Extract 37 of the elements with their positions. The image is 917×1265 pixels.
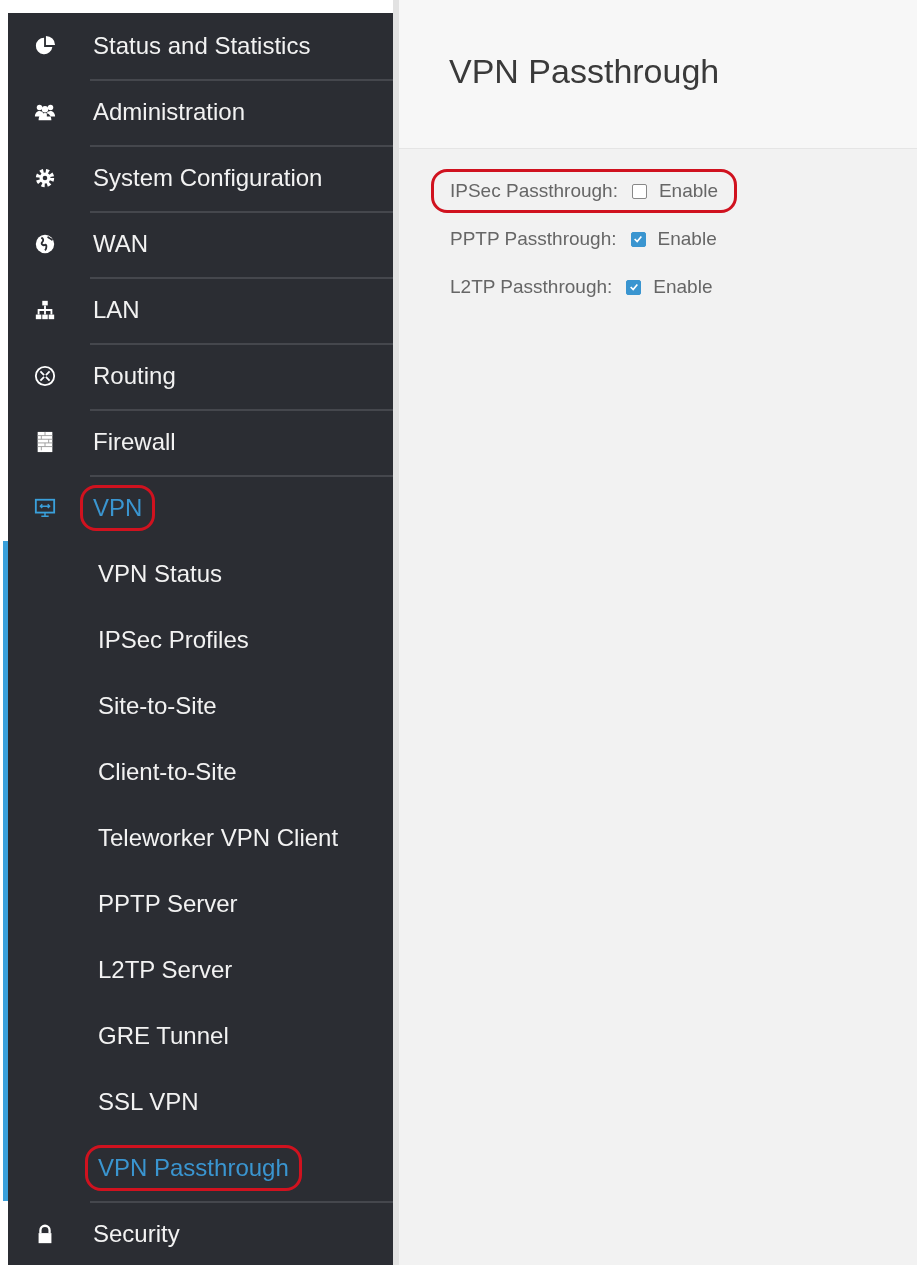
field-label: PPTP Passthrough: [450,228,617,250]
checkbox[interactable] [626,279,642,295]
submenu-item[interactable]: GRE Tunnel [85,1013,242,1059]
submenu-item[interactable]: SSL VPN [85,1079,212,1125]
field-label: IPSec Passthrough: [450,180,618,202]
submenu-item[interactable]: VPN Passthrough [85,1145,302,1191]
checkbox-label: Enable [653,276,713,298]
submenu-item[interactable]: VPN Status [85,551,236,597]
submenu-item[interactable]: Teleworker VPN Client [85,815,352,861]
submenu-item[interactable]: PPTP Server [85,881,251,927]
checkbox-label: Enable [658,180,719,202]
submenu-item[interactable]: L2TP Server [85,947,246,993]
checkbox[interactable] [631,183,647,199]
globe-icon [34,233,56,255]
submenu-item[interactable]: IPSec Profiles [85,617,262,663]
check-icon [628,282,639,292]
check-icon [633,234,644,244]
settings-icon [34,167,56,189]
sidebar-item[interactable]: Status and Statistics [80,23,324,69]
router-icon [34,365,56,387]
sidebar-item[interactable]: Routing [80,353,189,399]
sidebar-item[interactable]: System Configuration [80,155,336,201]
checkbox[interactable] [630,231,646,247]
sidebar-item[interactable]: Administration [80,89,259,135]
pie-chart-icon [34,35,56,57]
network-icon [34,299,56,321]
sidebar-item[interactable]: Firewall [80,419,189,465]
sidebar-item[interactable]: VPN [80,485,156,531]
sidebar-item[interactable]: Security [80,1211,193,1257]
submenu-item[interactable]: Client-to-Site [85,749,250,795]
page-title: VPN Passthrough [449,52,720,92]
sidebar-item[interactable]: LAN [80,287,153,333]
monitor-icon [34,497,56,519]
submenu-item[interactable]: Site-to-Site [85,683,230,729]
sidebar-item[interactable]: WAN [80,221,162,267]
checkbox-label: Enable [657,228,717,250]
field-label: L2TP Passthrough: [450,276,613,298]
